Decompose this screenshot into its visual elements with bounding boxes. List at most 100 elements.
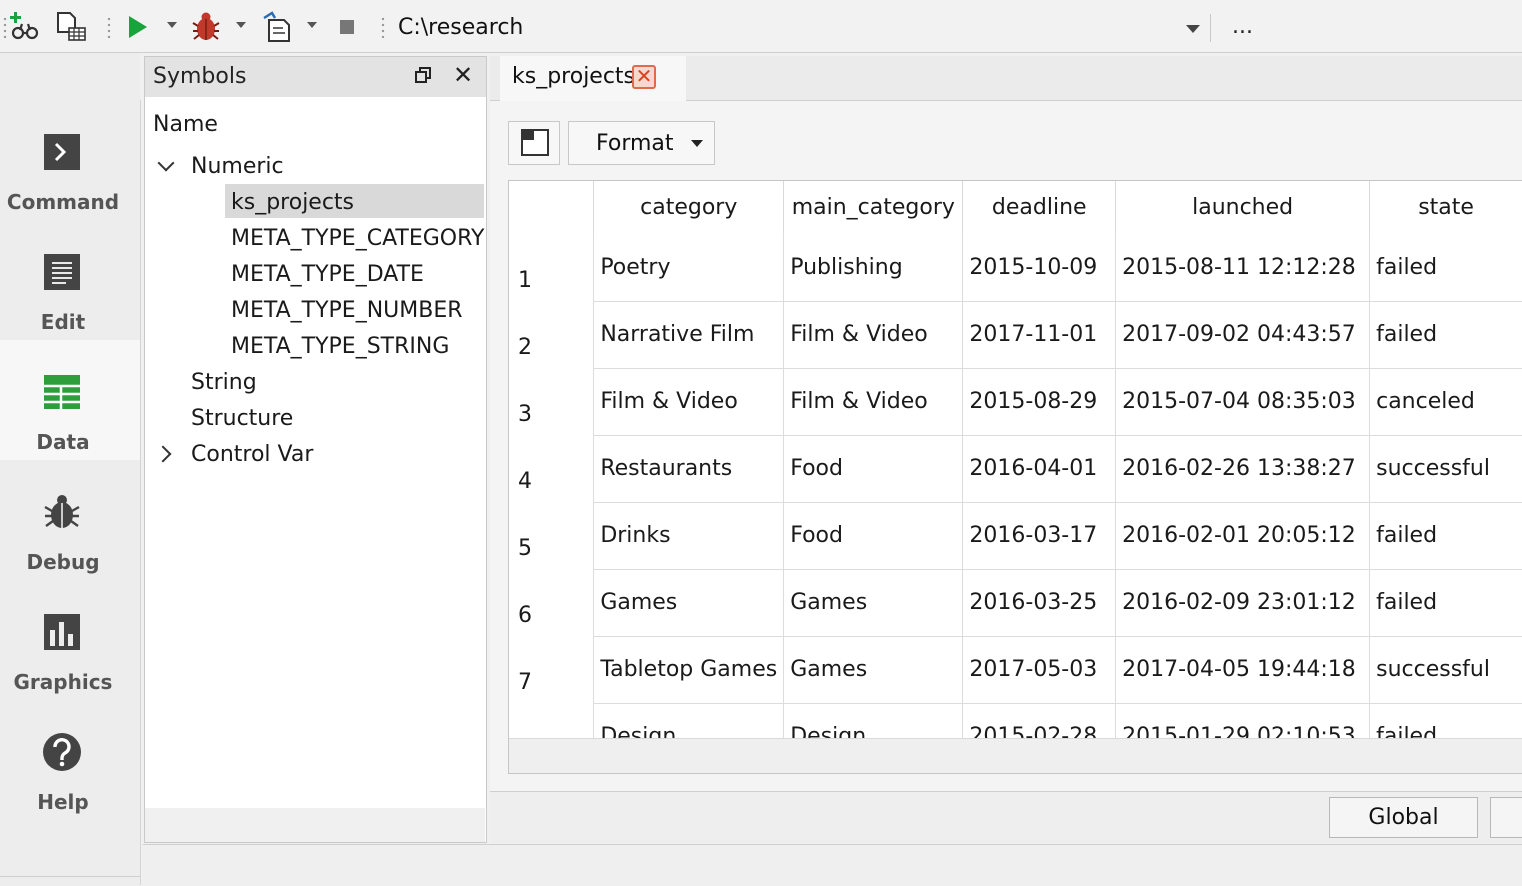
tree-node-string[interactable]: String: [191, 370, 257, 395]
cell-main-category[interactable]: Food: [783, 502, 964, 570]
nav-item-debug[interactable]: Debug: [0, 460, 140, 580]
run-icon[interactable]: [122, 10, 156, 44]
cell-launched[interactable]: 2016-02-26 13:38:27: [1115, 435, 1371, 503]
cell-deadline[interactable]: 2016-03-25: [962, 569, 1117, 637]
script-icon[interactable]: [260, 10, 294, 44]
data-grid-viewport[interactable]: category main_category deadline launched…: [509, 181, 1522, 738]
column-header-state[interactable]: state: [1369, 181, 1522, 234]
toolbar-overflow-button[interactable]: ...: [1232, 14, 1253, 39]
cell-launched[interactable]: 2016-02-01 20:05:12: [1115, 502, 1371, 570]
horizontal-scrollbar[interactable]: [509, 738, 1522, 773]
tree-node-meta-type-number[interactable]: META_TYPE_NUMBER: [231, 298, 463, 323]
close-icon[interactable]: ✕: [632, 65, 656, 89]
row-number-header[interactable]: [509, 181, 595, 234]
tree-column-header[interactable]: Name: [153, 112, 218, 137]
tree-node-meta-type-category[interactable]: META_TYPE_CATEGORY: [231, 226, 484, 251]
row-number[interactable]: 8: [509, 703, 595, 738]
column-header-launched[interactable]: launched: [1115, 181, 1371, 234]
cell-launched[interactable]: 2015-07-04 08:35:03: [1115, 368, 1371, 436]
debug-bug-icon[interactable]: [189, 10, 223, 44]
cell-launched[interactable]: 2017-04-05 19:44:18: [1115, 636, 1371, 704]
tab-ks-projects[interactable]: ks_projects ✕: [500, 56, 686, 101]
nav-item-command[interactable]: Command: [0, 100, 140, 220]
tree-node-meta-type-string[interactable]: META_TYPE_STRING: [231, 334, 449, 359]
cell-state[interactable]: failed: [1369, 234, 1522, 302]
chevron-down-icon[interactable]: [1186, 25, 1200, 33]
run-dropdown-icon[interactable]: [167, 22, 177, 28]
layout-toggle-button[interactable]: [508, 121, 560, 165]
cell-state[interactable]: failed: [1369, 703, 1522, 738]
cell-state[interactable]: failed: [1369, 569, 1522, 637]
cell-deadline[interactable]: 2016-03-17: [962, 502, 1117, 570]
table-row[interactable]: 8DesignDesign2015-02-282015-01-29 02:10:…: [509, 703, 1522, 738]
cell-deadline[interactable]: 2015-10-09: [962, 234, 1117, 302]
variables-icon[interactable]: [54, 10, 88, 44]
column-header-category[interactable]: category: [593, 181, 785, 234]
add-watch-icon[interactable]: [8, 10, 42, 44]
cell-launched[interactable]: 2015-01-29 02:10:53: [1115, 703, 1371, 738]
nav-item-graphics[interactable]: Graphics: [0, 580, 140, 700]
chevron-down-icon[interactable]: [691, 140, 703, 147]
tree-node-numeric[interactable]: Numeric: [191, 154, 284, 179]
cell-category[interactable]: Narrative Film: [593, 301, 785, 369]
cell-main-category[interactable]: Games: [783, 636, 964, 704]
cell-launched[interactable]: 2017-09-02 04:43:57: [1115, 301, 1371, 369]
table-row[interactable]: 2 Narrative Film Film & Video 2017-11-01 201…: [509, 301, 1522, 369]
cell-state[interactable]: failed: [1369, 502, 1522, 570]
tree-node-structure[interactable]: Structure: [191, 406, 293, 431]
cell-category[interactable]: Tabletop Games: [593, 636, 785, 704]
tree-node-control-var[interactable]: Control Var: [191, 442, 313, 467]
cell-state[interactable]: successful: [1369, 636, 1522, 704]
row-number[interactable]: 3: [509, 368, 595, 435]
row-number[interactable]: 1: [509, 234, 595, 301]
toolbar-grip-icon[interactable]: [380, 16, 386, 38]
cell-state[interactable]: successful: [1369, 435, 1522, 503]
cell-state[interactable]: failed: [1369, 301, 1522, 369]
nav-item-data[interactable]: Data: [0, 340, 140, 460]
cell-category[interactable]: Restaurants: [593, 435, 785, 503]
debug-dropdown-icon[interactable]: [236, 22, 246, 28]
table-row[interactable]: 7 Tabletop Games Games 2017-05-03 2017-04-05…: [509, 636, 1522, 704]
cell-category[interactable]: Design: [593, 703, 785, 738]
column-header-deadline[interactable]: deadline: [962, 181, 1117, 234]
table-row[interactable]: 5 Drinks Food 2016-03-17 2016-02-01 20:05:12…: [509, 502, 1522, 570]
cell-deadline[interactable]: 2016-04-01: [962, 435, 1117, 503]
stop-icon[interactable]: [330, 10, 364, 44]
cell-main-category[interactable]: Film & Video: [783, 368, 964, 436]
row-number[interactable]: 5: [509, 502, 595, 569]
row-number[interactable]: 2: [509, 301, 595, 368]
cell-category[interactable]: Poetry: [593, 234, 785, 302]
table-row[interactable]: 3 Film & Video Film & Video 2015-08-29 2015-…: [509, 368, 1522, 436]
cell-category[interactable]: Games: [593, 569, 785, 637]
column-header-main-category[interactable]: main_category: [783, 181, 964, 234]
table-row[interactable]: 1 Poetry Publishing 2015-10-09 2015-08-11 12…: [509, 234, 1522, 302]
cell-launched[interactable]: 2015-08-11 12:12:28: [1115, 234, 1371, 302]
toolbar-grip-icon[interactable]: [106, 16, 112, 38]
cell-category[interactable]: Drinks: [593, 502, 785, 570]
cell-deadline[interactable]: 2017-11-01: [962, 301, 1117, 369]
cell-main-category[interactable]: Design: [783, 703, 964, 738]
cell-deadline[interactable]: 2015-02-28: [962, 703, 1117, 738]
cell-state[interactable]: canceled: [1369, 368, 1522, 436]
scope-secondary-button[interactable]: [1490, 797, 1522, 838]
cell-deadline[interactable]: 2017-05-03: [962, 636, 1117, 704]
cell-main-category[interactable]: Film & Video: [783, 301, 964, 369]
current-folder-combo[interactable]: C:\research: [388, 8, 1208, 48]
nav-item-edit[interactable]: Edit: [0, 220, 140, 340]
cell-main-category[interactable]: Food: [783, 435, 964, 503]
row-number[interactable]: 7: [509, 636, 595, 703]
row-number[interactable]: 4: [509, 435, 595, 502]
format-dropdown-button[interactable]: Format: [568, 121, 715, 165]
close-icon[interactable]: ✕: [453, 61, 473, 89]
tree-node-meta-type-date[interactable]: META_TYPE_DATE: [231, 262, 424, 287]
tree-node-ks-projects[interactable]: ks_projects: [231, 190, 354, 215]
nav-item-help[interactable]: Help: [0, 700, 140, 820]
scope-global-button[interactable]: Global: [1329, 797, 1478, 838]
undock-icon[interactable]: [415, 67, 431, 83]
script-dropdown-icon[interactable]: [307, 22, 317, 28]
cell-category[interactable]: Film & Video: [593, 368, 785, 436]
cell-deadline[interactable]: 2015-08-29: [962, 368, 1117, 436]
cell-launched[interactable]: 2016-02-09 23:01:12: [1115, 569, 1371, 637]
table-row[interactable]: 6 Games Games 2016-03-25 2016-02-09 23:01:12…: [509, 569, 1522, 637]
cell-main-category[interactable]: Games: [783, 569, 964, 637]
